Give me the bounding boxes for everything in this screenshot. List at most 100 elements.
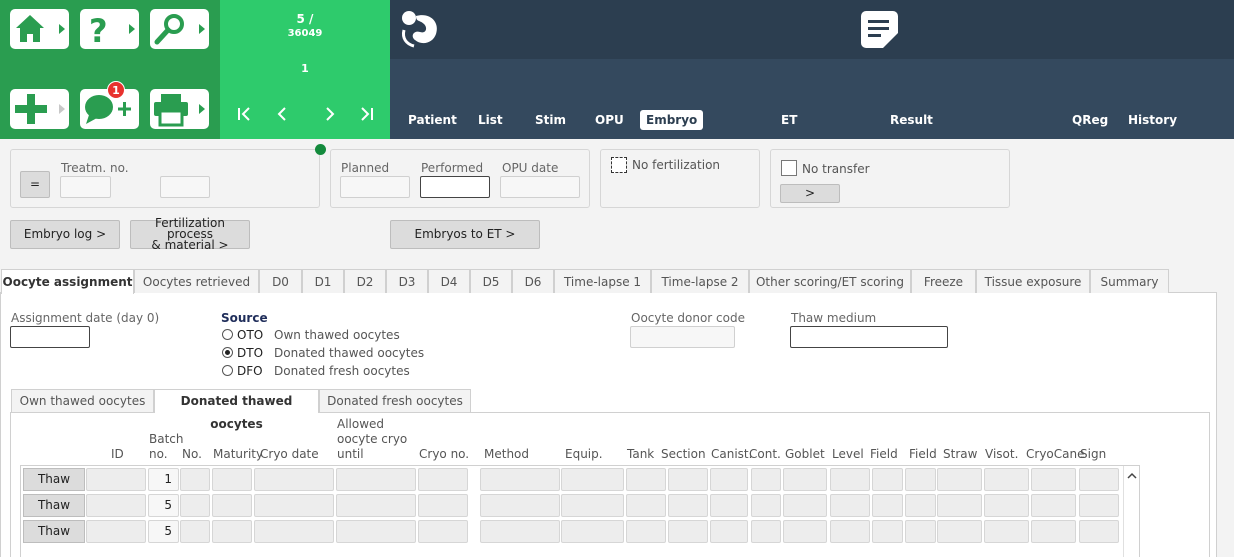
table-cell[interactable] — [561, 520, 624, 543]
table-cell[interactable] — [212, 520, 252, 543]
table-cell[interactable] — [984, 468, 1029, 491]
table-cell[interactable] — [86, 468, 146, 491]
table-cell[interactable] — [1079, 520, 1119, 543]
subtab-donated-fresh[interactable]: Donated fresh oocytes — [319, 389, 471, 412]
table-cell[interactable] — [668, 468, 708, 491]
tab-embryo[interactable]: Embryo — [640, 110, 704, 130]
table-cell[interactable] — [480, 494, 560, 517]
treatment-no-input-2[interactable] — [160, 176, 210, 198]
source-oto-radio[interactable] — [222, 329, 233, 340]
table-cell[interactable] — [180, 494, 210, 517]
source-dfo-radio[interactable] — [222, 365, 233, 376]
tab-summary[interactable]: Summary — [1090, 269, 1169, 293]
table-cell[interactable] — [872, 520, 903, 543]
table-cell[interactable] — [418, 468, 468, 491]
table-cell[interactable] — [480, 520, 560, 543]
thaw-button[interactable]: Thaw — [23, 520, 85, 543]
table-cell[interactable] — [212, 468, 252, 491]
table-cell[interactable] — [626, 468, 666, 491]
table-cell[interactable] — [751, 520, 781, 543]
performed-input[interactable] — [420, 176, 490, 198]
tab-time-lapse-2[interactable]: Time-lapse 2 — [651, 269, 749, 293]
table-cell[interactable] — [254, 494, 334, 517]
new-message-button[interactable]: 1 — [80, 81, 139, 129]
table-cell[interactable] — [1031, 468, 1076, 491]
table-cell[interactable] — [1031, 494, 1076, 517]
table-cell[interactable] — [783, 468, 827, 491]
search-button[interactable] — [150, 9, 209, 49]
embryos-to-et-button[interactable]: Embryos to ET > — [390, 220, 540, 249]
table-cell[interactable] — [751, 468, 781, 491]
help-button[interactable]: ? — [80, 9, 139, 49]
previous-record-icon[interactable] — [271, 103, 293, 125]
thaw-medium-input[interactable] — [790, 326, 948, 348]
opu-date-input[interactable] — [500, 176, 580, 198]
table-cell[interactable] — [668, 494, 708, 517]
tab-result[interactable]: Result — [884, 110, 939, 130]
tab-history[interactable]: History — [1122, 110, 1183, 130]
table-cell[interactable] — [905, 520, 936, 543]
table-cell[interactable] — [1031, 520, 1076, 543]
table-cell[interactable] — [561, 494, 624, 517]
notes-icon[interactable] — [858, 9, 902, 51]
table-cell[interactable] — [1079, 494, 1119, 517]
table-cell[interactable] — [984, 520, 1029, 543]
donor-code-input[interactable] — [630, 326, 735, 348]
table-cell[interactable] — [905, 468, 936, 491]
tab-d5[interactable]: D5 — [470, 269, 512, 293]
table-cell[interactable] — [830, 520, 870, 543]
last-record-icon[interactable] — [355, 103, 377, 125]
embryo-log-button[interactable]: Embryo log > — [10, 220, 120, 249]
planned-input[interactable] — [340, 176, 410, 198]
table-cell[interactable] — [212, 494, 252, 517]
print-button[interactable] — [150, 89, 209, 129]
tab-d0[interactable]: D0 — [259, 269, 302, 293]
tab-opu[interactable]: OPU — [589, 110, 630, 130]
equals-button[interactable]: = — [20, 171, 50, 198]
no-transfer-checkbox[interactable] — [781, 160, 797, 176]
no-transfer-arrow-button[interactable]: > — [780, 184, 840, 203]
source-dto-radio[interactable] — [222, 347, 233, 358]
first-record-icon[interactable] — [234, 103, 256, 125]
table-cell[interactable] — [937, 468, 982, 491]
table-cell[interactable] — [830, 468, 870, 491]
table-scrollbar[interactable] — [1123, 466, 1139, 557]
table-cell[interactable] — [480, 468, 560, 491]
table-cell[interactable] — [984, 494, 1029, 517]
table-cell[interactable] — [626, 520, 666, 543]
table-cell[interactable] — [336, 494, 416, 517]
table-cell[interactable] — [668, 520, 708, 543]
tab-patient[interactable]: Patient — [402, 110, 463, 130]
table-cell[interactable] — [937, 494, 982, 517]
table-cell[interactable] — [872, 468, 903, 491]
tab-stim[interactable]: Stim — [529, 110, 572, 130]
thaw-button[interactable]: Thaw — [23, 468, 85, 491]
home-button[interactable] — [10, 9, 69, 49]
add-button[interactable] — [10, 89, 69, 129]
assignment-date-input[interactable] — [10, 326, 90, 348]
tab-et[interactable]: ET — [775, 110, 803, 130]
table-cell[interactable] — [418, 520, 468, 543]
next-record-icon[interactable] — [319, 103, 341, 125]
table-cell[interactable] — [751, 494, 781, 517]
table-cell[interactable] — [830, 494, 870, 517]
table-cell[interactable] — [710, 520, 748, 543]
table-cell[interactable] — [710, 468, 748, 491]
table-cell[interactable] — [783, 494, 827, 517]
tab-d4[interactable]: D4 — [428, 269, 470, 293]
table-cell[interactable] — [905, 494, 936, 517]
table-cell[interactable] — [336, 520, 416, 543]
treatment-no-input[interactable] — [60, 176, 111, 198]
tab-oocytes-retrieved[interactable]: Oocytes retrieved — [134, 269, 259, 293]
tab-d3[interactable]: D3 — [386, 269, 428, 293]
tab-other-scoring[interactable]: Other scoring/ET scoring — [749, 269, 911, 293]
table-cell[interactable] — [180, 468, 210, 491]
fertilization-process-button[interactable]: Fertilization process & material > — [130, 217, 250, 251]
no-fertilization-checkbox[interactable] — [611, 157, 627, 173]
subtab-donated-thawed[interactable]: Donated thawed oocytes — [154, 389, 319, 431]
table-cell[interactable] — [86, 520, 146, 543]
tab-time-lapse-1[interactable]: Time-lapse 1 — [554, 269, 651, 293]
table-cell[interactable] — [626, 494, 666, 517]
subtab-own-thawed[interactable]: Own thawed oocytes — [11, 389, 154, 412]
table-cell[interactable] — [86, 494, 146, 517]
